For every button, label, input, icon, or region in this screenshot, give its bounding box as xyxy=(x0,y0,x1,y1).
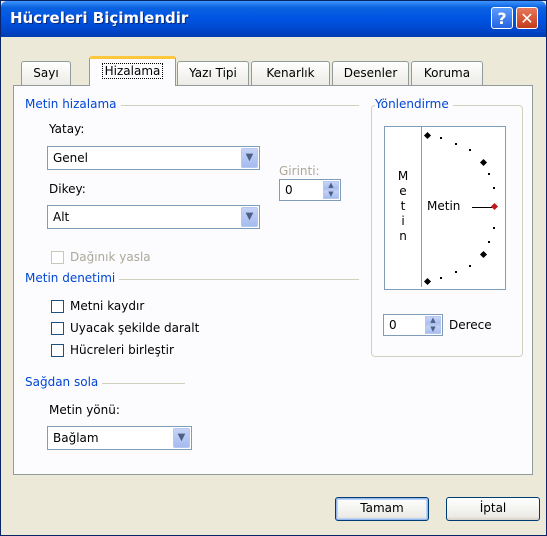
horizontal-select[interactable]: Genel ▼ xyxy=(47,146,260,170)
orientation-pointer-icon[interactable] xyxy=(490,202,499,211)
chevron-down-icon[interactable]: ▼ xyxy=(173,428,190,448)
indent-spinner[interactable]: 0 ▲ ▼ xyxy=(279,179,341,201)
dial-dot xyxy=(488,173,490,175)
rtl-group-label: Sağdan sola xyxy=(25,375,103,389)
tab-alignment[interactable]: Hizalama xyxy=(89,56,176,86)
dial-dot xyxy=(488,241,490,243)
justify-distributed-label: Dağınık yasla xyxy=(70,250,151,264)
cancel-button[interactable]: İptal xyxy=(446,497,540,521)
tab-border[interactable]: Kenarlık xyxy=(251,61,330,85)
indent-label: Girinti: xyxy=(279,164,320,178)
degree-value: 0 xyxy=(389,318,397,332)
merge-cells-label: Hücreleri birleştir xyxy=(70,343,174,357)
text-direction-label: Metin yönü: xyxy=(49,403,120,417)
spin-arrows-icon[interactable]: ▲ ▼ xyxy=(425,316,441,334)
dial-marker-icon xyxy=(423,131,432,140)
vertical-text: Metin xyxy=(397,169,409,243)
dial-marker-icon xyxy=(423,277,432,286)
vertical-label: Dikey: xyxy=(49,182,86,196)
chevron-down-icon[interactable]: ▼ xyxy=(241,207,258,227)
horizontal-text: Metin xyxy=(427,199,461,213)
shrink-to-fit-label: Uyacak şekilde daralt xyxy=(70,321,200,335)
degree-spinner[interactable]: 0 ▲ ▼ xyxy=(383,314,443,336)
tab-protection[interactable]: Koruma xyxy=(411,61,483,85)
tab-font[interactable]: Yazı Tipi xyxy=(177,61,249,85)
spin-arrows-icon[interactable]: ▲ ▼ xyxy=(323,181,339,199)
dial-dot xyxy=(455,271,457,273)
orientation-pointer-line xyxy=(472,207,492,208)
dial-dot xyxy=(440,277,442,279)
dial-dot xyxy=(455,143,457,145)
title-bar[interactable]: Hücreleri Biçimlendir ? ✕ xyxy=(1,1,546,37)
degree-label: Derece xyxy=(449,318,492,332)
text-control-group-label: Metin denetimi xyxy=(25,271,120,285)
horizontal-value: Genel xyxy=(53,151,89,165)
text-direction-select[interactable]: Bağlam ▼ xyxy=(47,426,192,450)
dial-dot xyxy=(440,137,442,139)
dial-dot xyxy=(469,265,471,267)
dial-dot xyxy=(493,187,495,189)
orientation-box[interactable]: Metin Metin xyxy=(384,126,506,290)
shrink-to-fit-checkbox[interactable] xyxy=(51,322,64,335)
horizontal-label: Yatay: xyxy=(49,122,85,136)
dialog-title: Hücreleri Biçimlendir xyxy=(10,9,189,27)
wrap-text-label: Metni kaydır xyxy=(70,299,145,313)
orientation-group-label: Yönlendirme xyxy=(375,97,453,111)
vertical-value: Alt xyxy=(53,210,70,224)
indent-value: 0 xyxy=(285,183,293,197)
vertical-select[interactable]: Alt ▼ xyxy=(47,205,260,229)
dial-dot xyxy=(469,149,471,151)
close-button[interactable]: ✕ xyxy=(516,7,538,29)
text-alignment-group-label: Metin hizalama xyxy=(25,97,121,111)
merge-cells-checkbox[interactable] xyxy=(51,344,64,357)
tab-patterns[interactable]: Desenler xyxy=(332,61,409,85)
dial-marker-icon xyxy=(479,158,488,167)
dial-marker-icon xyxy=(479,250,488,259)
format-cells-dialog: Hücreleri Biçimlendir ? ✕ Sayı Hizalama … xyxy=(0,0,547,536)
chevron-down-icon[interactable]: ▼ xyxy=(241,148,258,168)
justify-distributed-checkbox[interactable] xyxy=(51,251,64,264)
tab-number[interactable]: Sayı xyxy=(21,61,71,85)
ok-button[interactable]: Tamam xyxy=(335,497,429,521)
vertical-text-box[interactable]: Metin xyxy=(385,127,422,287)
dial-dot xyxy=(493,227,495,229)
wrap-text-checkbox[interactable] xyxy=(51,300,64,313)
text-direction-value: Bağlam xyxy=(53,431,99,445)
help-button[interactable]: ? xyxy=(491,7,513,29)
orientation-control[interactable]: Metin Metin xyxy=(371,123,521,290)
